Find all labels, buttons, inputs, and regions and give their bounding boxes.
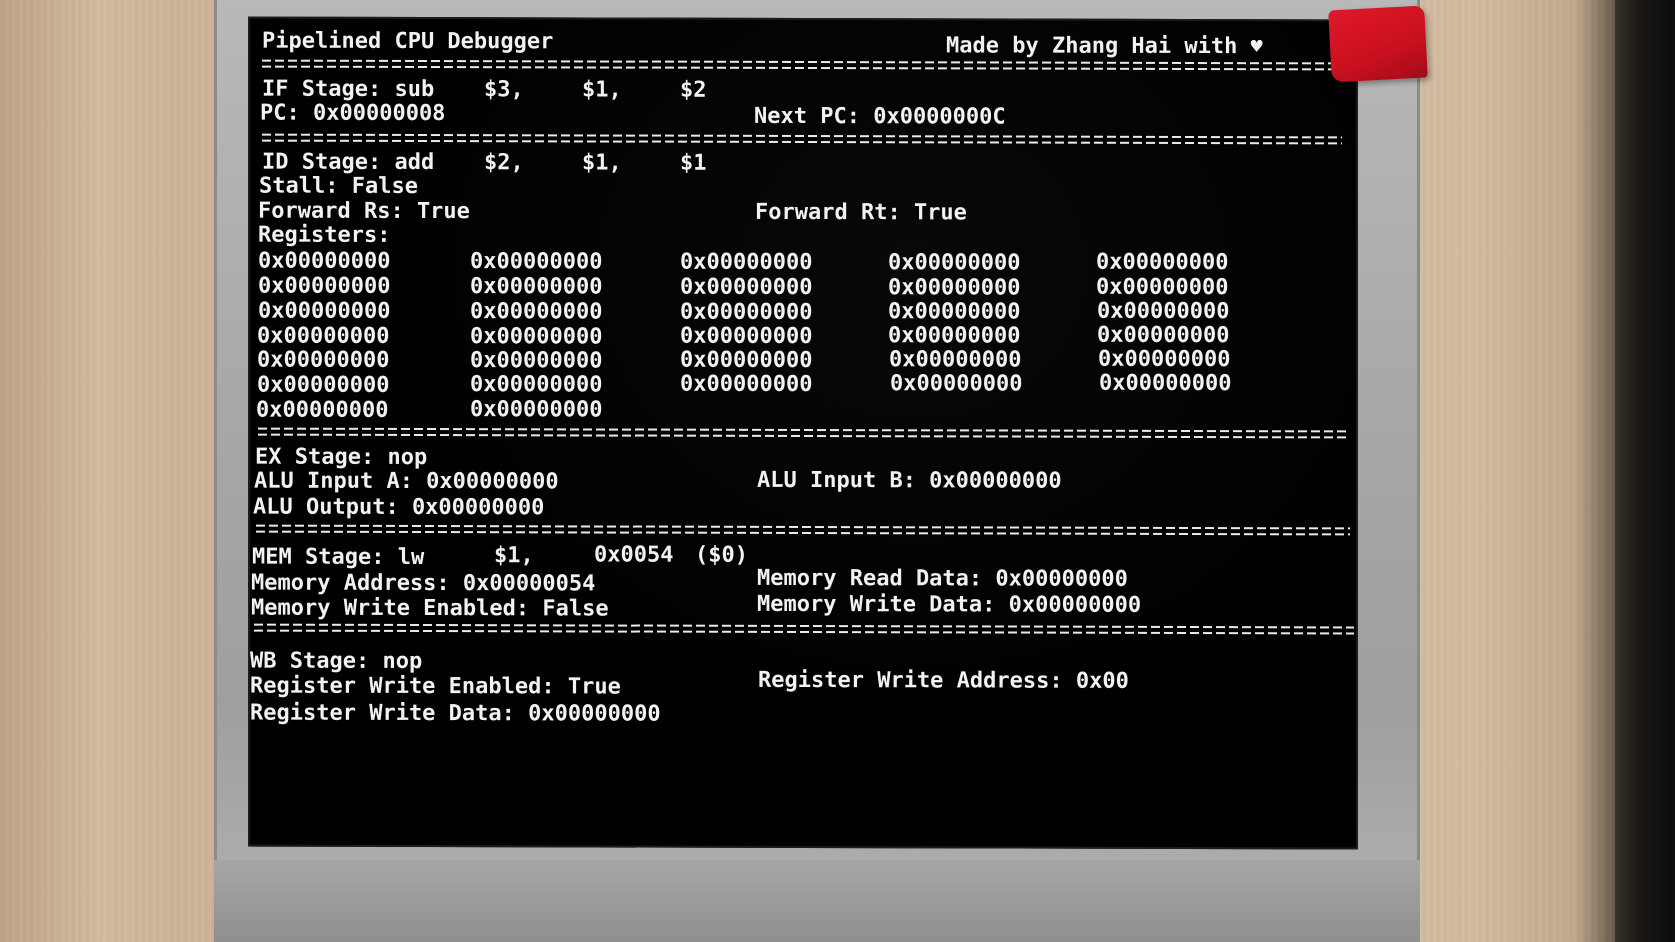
register-value: 0x00000000 [470, 249, 603, 275]
mem-write-data: Memory Write Data: 0x00000000 [757, 591, 1142, 618]
mem-address: Memory Address: 0x00000054 [251, 570, 596, 597]
ex-alu-input-a: ALU Input A: 0x00000000 [254, 468, 559, 495]
id-stall: Stall: False [259, 173, 418, 199]
register-value: 0x00000000 [1097, 322, 1230, 349]
id-operand-1: $2, [484, 150, 524, 176]
separator [262, 59, 1342, 72]
register-value: 0x00000000 [888, 299, 1021, 325]
if-pc: PC: 0x00000008 [260, 100, 446, 127]
mem-operand-2: 0x0054 [594, 542, 674, 568]
register-value: 0x00000000 [470, 324, 603, 350]
monitor-bezel-bottom [214, 860, 1420, 942]
id-stage-instruction: ID Stage: add [262, 149, 435, 176]
wb-stage-instruction: WB Stage: nop [250, 648, 423, 675]
register-value: 0x00000000 [258, 248, 391, 274]
register-value: 0x00000000 [888, 323, 1021, 349]
register-value: 0x00000000 [257, 347, 390, 373]
register-grid: 0x00000000 0x00000000 0x00000000 0x00000… [256, 249, 1262, 423]
credit-label: Made by Zhang Hai with [946, 33, 1238, 60]
register-value: 0x00000000 [890, 371, 1023, 397]
separator [254, 623, 1354, 636]
separator [262, 133, 1342, 146]
id-operand-3: $1 [680, 150, 707, 176]
ex-stage-instruction: EX Stage: nop [255, 444, 428, 471]
mem-read-data: Memory Read Data: 0x00000000 [757, 565, 1128, 592]
id-forward-rs: Forward Rs: True [258, 198, 470, 225]
register-value: 0x00000000 [680, 371, 813, 398]
mem-write-enabled: Memory Write Enabled: False [251, 595, 609, 622]
if-next-pc: Next PC: 0x0000000C [754, 103, 1006, 130]
if-operand-1: $3, [484, 77, 524, 103]
if-operand-2: $1, [582, 77, 622, 103]
id-forward-rt: Forward Rt: True [755, 199, 967, 226]
register-value: 0x00000000 [680, 299, 813, 326]
mem-operand-3: ($0) [695, 542, 748, 568]
register-value: 0x00000000 [680, 274, 813, 301]
dark-object-edge [1615, 0, 1675, 942]
register-value: 0x00000000 [1099, 370, 1232, 397]
register-value: 0x00000000 [1096, 249, 1229, 276]
register-value: 0x00000000 [470, 348, 603, 374]
mem-stage-instruction: MEM Stage: lw [252, 544, 425, 571]
mem-operand-1: $1, [494, 543, 534, 569]
register-value: 0x00000000 [680, 347, 813, 374]
register-value: 0x00000000 [257, 323, 390, 349]
ex-alu-output: ALU Output: 0x00000000 [253, 494, 545, 521]
register-value: 0x00000000 [258, 273, 391, 299]
register-value: 0x00000000 [889, 347, 1022, 373]
register-value: 0x00000000 [888, 275, 1021, 301]
id-operand-2: $1, [582, 150, 622, 176]
register-value: 0x00000000 [470, 274, 603, 300]
register-value: 0x00000000 [680, 249, 813, 276]
wb-register-write-data: Register Write Data: 0x00000000 [250, 700, 661, 727]
wb-register-write-address: Register Write Address: 0x00 [758, 667, 1129, 694]
register-value: 0x00000000 [1097, 298, 1230, 325]
register-value: 0x00000000 [258, 298, 391, 324]
ex-alu-input-b: ALU Input B: 0x00000000 [757, 467, 1062, 494]
register-value: 0x00000000 [1098, 346, 1231, 373]
red-tape [1328, 5, 1428, 83]
if-operand-3: $2 [680, 77, 707, 103]
heart-icon: ♥ [1250, 34, 1263, 59]
register-value: 0x00000000 [1096, 274, 1229, 301]
register-value: 0x00000000 [257, 372, 390, 398]
register-value: 0x00000000 [470, 372, 603, 398]
register-value: 0x00000000 [888, 250, 1021, 276]
separator [258, 427, 1348, 440]
separator [256, 524, 1350, 537]
register-value: 0x00000000 [470, 299, 603, 325]
credit-text: Made by Zhang Hai with ♥ [946, 32, 1263, 60]
app-title: Pipelined CPU Debugger [262, 28, 554, 55]
id-registers-label: Registers: [258, 222, 391, 248]
register-value: 0x00000000 [680, 323, 813, 350]
register-value: 0x00000000 [256, 397, 389, 423]
wb-register-write-enabled: Register Write Enabled: True [250, 673, 621, 700]
register-value: 0x00000000 [470, 397, 603, 423]
debugger-screen: Pipelined CPU Debugger Made by Zhang Hai… [248, 16, 1358, 850]
if-stage-instruction: IF Stage: sub [262, 76, 435, 103]
